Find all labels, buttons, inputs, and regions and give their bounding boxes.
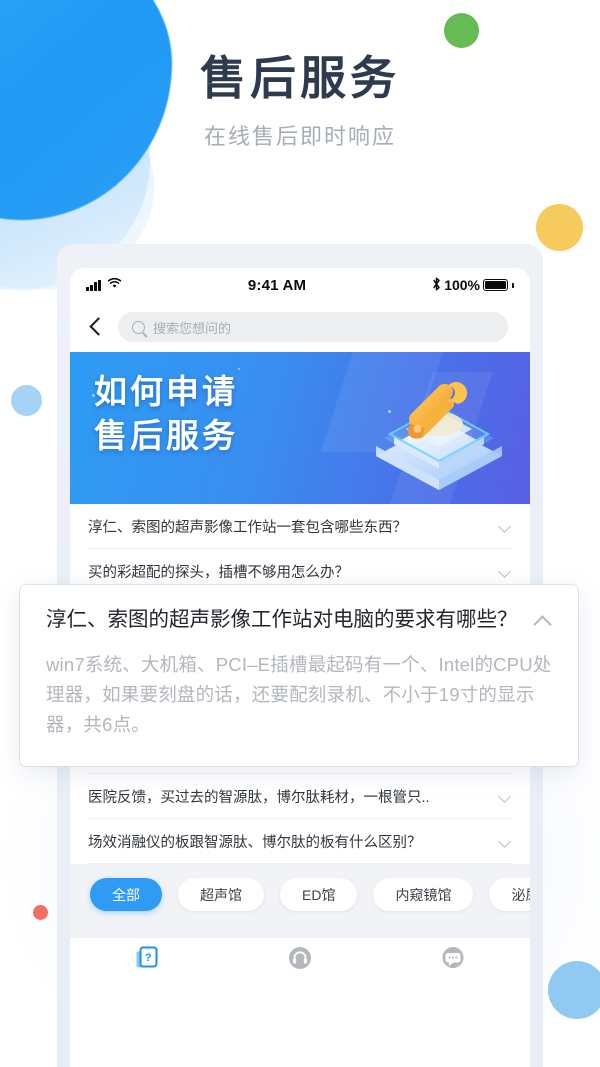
- chip-endoscope[interactable]: 内窥镜馆: [373, 878, 474, 911]
- red-circle-icon: [33, 905, 48, 920]
- search-placeholder: 搜索您想问的: [153, 320, 232, 336]
- faq-row[interactable]: 淳仁、索图的超声影像工作站一套包含哪些东西？: [88, 504, 512, 549]
- chip-ed[interactable]: ED馆: [280, 878, 358, 911]
- wifi-icon: [107, 276, 122, 294]
- banner-spark-icon: [238, 368, 240, 370]
- app-navbar: 搜索您想问的: [70, 302, 530, 352]
- banner-line-1: 如何申请: [94, 373, 238, 410]
- faq-question: 医院反馈，买过去的智源肽，博尔肽耗材，一根管只..: [88, 789, 430, 806]
- battery-percent-label: 100%: [444, 277, 480, 293]
- bottom-navigation: ?: [70, 937, 530, 983]
- battery-full-icon: [483, 279, 508, 291]
- answer-card-header[interactable]: 淳仁、索图的超声影像工作站对电脑的要求有哪些？: [46, 607, 552, 634]
- bluetooth-icon: [432, 277, 441, 294]
- faq-document-icon: ?: [134, 945, 160, 976]
- yellow-circle-icon: [536, 204, 583, 251]
- chip-urology[interactable]: 泌尿馆: [489, 878, 530, 911]
- chevron-up-icon[interactable]: [534, 612, 552, 630]
- headset-support-icon: [288, 946, 312, 975]
- nav-item-chat[interactable]: [377, 946, 530, 975]
- status-bar-right: 100%: [432, 277, 514, 294]
- search-icon: [132, 320, 145, 334]
- hero-section: 售后服务 在线售后即时响应: [0, 52, 600, 151]
- nav-item-support[interactable]: [223, 946, 376, 975]
- category-chips-bar: 全部 超声馆 ED馆 内窥镜馆 泌尿馆: [70, 864, 530, 937]
- tools-on-platform-illustration: [354, 352, 524, 504]
- page-title: 售后服务: [200, 52, 400, 104]
- banner-line-2: 售后服务: [94, 416, 238, 454]
- category-chips: 全部 超声馆 ED馆 内窥镜馆 泌尿馆: [90, 878, 530, 911]
- green-circle-icon: [444, 13, 479, 48]
- search-input[interactable]: 搜索您想问的: [118, 312, 508, 342]
- status-bar: 9:41 AM 100%: [70, 268, 530, 302]
- faq-question: 淳仁、索图的超声影像工作站一套包含哪些东西？: [88, 519, 407, 536]
- svg-text:?: ?: [145, 952, 152, 964]
- faq-question: 场效消融仪的板跟智源肽、博尔肽的板有什么区别？: [88, 834, 422, 851]
- faq-question: 买的彩超配的探头，插槽不够用怎么办？: [88, 564, 349, 581]
- answer-card-body: win7系统、大机箱、PCI–E插槽最起码有一个、Intel的CPU处理器，如果…: [46, 653, 552, 735]
- chevron-down-icon[interactable]: [499, 835, 512, 848]
- page-root: 售后服务 在线售后即时响应 9:41 AM 100% 搜索您想问的 如何申请 售…: [0, 0, 600, 1067]
- page-subtitle: 在线售后即时响应: [203, 123, 396, 149]
- chip-ultrasound[interactable]: 超声馆: [178, 878, 264, 911]
- cellular-signal-icon: [86, 279, 101, 291]
- chip-all[interactable]: 全部: [90, 878, 162, 911]
- answer-card-question: 淳仁、索图的超声影像工作站对电脑的要求有哪些？: [46, 608, 518, 631]
- chevron-down-icon[interactable]: [499, 790, 512, 803]
- nav-item-faq[interactable]: ?: [70, 945, 223, 976]
- chevron-down-icon[interactable]: [499, 520, 512, 533]
- expanded-answer-card[interactable]: 淳仁、索图的超声影像工作站对电脑的要求有哪些？ win7系统、大机箱、PCI–E…: [20, 585, 578, 766]
- battery-tip: [512, 282, 514, 288]
- light-blue-circle-bottom-right-icon: [548, 961, 600, 1019]
- faq-row[interactable]: 场效消融仪的板跟智源肽、博尔肽的板有什么区别？: [88, 819, 512, 864]
- promo-banner[interactable]: 如何申请 售后服务: [70, 352, 530, 504]
- faq-row[interactable]: 医院反馈，买过去的智源肽，博尔肽耗材，一根管只..: [88, 774, 512, 819]
- banner-text: 如何申请 售后服务: [94, 370, 238, 458]
- light-blue-circle-left-icon: [11, 385, 42, 416]
- status-bar-time: 9:41 AM: [247, 276, 307, 294]
- status-bar-left: [86, 276, 122, 294]
- chevron-left-icon[interactable]: [86, 317, 106, 337]
- chat-bubble-icon: [441, 946, 465, 975]
- chevron-down-icon[interactable]: [499, 565, 512, 578]
